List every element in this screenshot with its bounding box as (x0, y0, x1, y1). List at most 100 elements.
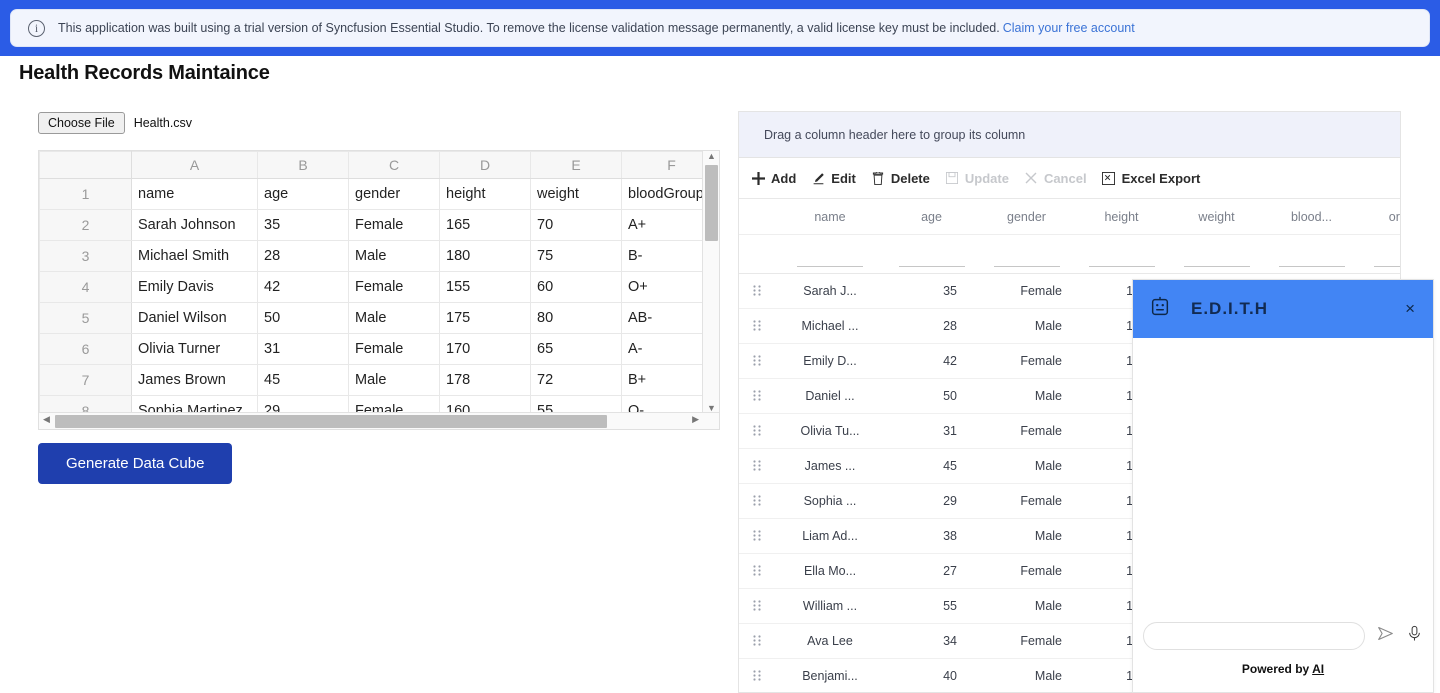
spreadsheet-cell[interactable]: James Brown (131, 364, 258, 396)
spreadsheet-horizontal-scrollbar[interactable]: ◀ ▶ (39, 412, 719, 429)
scroll-right-icon[interactable]: ▶ (692, 414, 699, 425)
microphone-icon[interactable] (1406, 625, 1423, 647)
spreadsheet-cell[interactable]: gender (348, 178, 440, 210)
spreadsheet-cell[interactable]: 155 (439, 271, 531, 303)
grid-toolbar[interactable]: Add Edit Delete Update Cancel Excel Expo… (739, 158, 1400, 199)
grid-column-header-gender[interactable]: gender (979, 199, 1074, 234)
edith-chat-panel[interactable]: E.D.I.T.H × Powered by AI (1132, 279, 1434, 693)
spreadsheet-cell[interactable]: Olivia Turner (131, 333, 258, 365)
spreadsheet-body: 1 name age gender height weight bloodGroup 2 Sar… (39, 178, 719, 427)
filter-input-weight[interactable] (1183, 250, 1250, 267)
spreadsheet-cell[interactable]: name (131, 178, 258, 210)
spreadsheet-cell[interactable]: Emily Davis (131, 271, 258, 303)
spreadsheet-row-number[interactable]: 6 (39, 333, 132, 365)
filter-input-height[interactable] (1088, 250, 1155, 267)
spreadsheet-col-A[interactable]: A (131, 151, 258, 179)
grid-column-header-height[interactable]: height (1074, 199, 1169, 234)
spreadsheet-cell[interactable]: 50 (257, 302, 349, 334)
spreadsheet-cell[interactable]: 31 (257, 333, 349, 365)
toolbar-add-button[interactable]: Add (750, 170, 796, 186)
spreadsheet-cell[interactable]: 178 (439, 364, 531, 396)
filter-input-organ[interactable] (1373, 250, 1400, 267)
spreadsheet-cell[interactable]: 42 (257, 271, 349, 303)
grid-column-header-name[interactable]: name (776, 199, 884, 234)
spreadsheet-cell[interactable]: 28 (257, 240, 349, 272)
edith-close-icon[interactable]: × (1405, 299, 1415, 319)
spreadsheet-cell[interactable]: 72 (530, 364, 622, 396)
spreadsheet-row-number[interactable]: 3 (39, 240, 132, 272)
choose-file-button[interactable]: Choose File (38, 112, 125, 134)
scroll-left-icon[interactable]: ◀ (43, 414, 50, 425)
spreadsheet-col-B[interactable]: B (257, 151, 349, 179)
spreadsheet-cell[interactable]: Female (348, 333, 440, 365)
spreadsheet-row-number[interactable]: 2 (39, 209, 132, 241)
grid-column-header-weight[interactable]: weight (1169, 199, 1264, 234)
spreadsheet-col-D[interactable]: D (439, 151, 531, 179)
spreadsheet-cell[interactable]: Female (348, 271, 440, 303)
spreadsheet-cell[interactable]: 65 (530, 333, 622, 365)
row-drag-handle-icon[interactable] (739, 564, 776, 578)
spreadsheet-cell[interactable]: 45 (257, 364, 349, 396)
claim-free-account-link[interactable]: Claim your free account (1003, 21, 1135, 35)
spreadsheet-cell[interactable]: 180 (439, 240, 531, 272)
send-icon[interactable] (1377, 625, 1394, 647)
filter-input-blood[interactable] (1278, 250, 1345, 267)
spreadsheet-row-number[interactable]: 1 (39, 178, 132, 210)
toolbar-edit-button[interactable]: Edit (810, 170, 856, 186)
csv-spreadsheet-preview[interactable]: A B C D E F 1 name age gender height weight bl… (38, 150, 720, 430)
file-upload-control[interactable]: Choose File Health.csv (38, 112, 192, 134)
spreadsheet-cell[interactable]: 35 (257, 209, 349, 241)
vertical-scroll-thumb[interactable] (705, 165, 718, 241)
spreadsheet-corner-cell[interactable] (39, 151, 132, 179)
grid-filter-row[interactable] (739, 235, 1400, 274)
spreadsheet-col-E[interactable]: E (530, 151, 622, 179)
spreadsheet-cell[interactable]: 80 (530, 302, 622, 334)
spreadsheet-cell[interactable]: 70 (530, 209, 622, 241)
row-drag-handle-icon[interactable] (739, 284, 776, 298)
spreadsheet-col-C[interactable]: C (348, 151, 440, 179)
spreadsheet-cell[interactable]: weight (530, 178, 622, 210)
spreadsheet-vertical-scrollbar[interactable]: ▲ ▼ (702, 151, 719, 413)
spreadsheet-cell[interactable]: 60 (530, 271, 622, 303)
row-drag-handle-icon[interactable] (739, 529, 776, 543)
spreadsheet-cell[interactable]: 165 (439, 209, 531, 241)
row-drag-handle-icon[interactable] (739, 634, 776, 648)
spreadsheet-cell[interactable]: Michael Smith (131, 240, 258, 272)
toolbar-delete-button[interactable]: Delete (870, 170, 930, 186)
spreadsheet-cell[interactable]: Male (348, 364, 440, 396)
grid-column-header-blood[interactable]: blood... (1264, 199, 1359, 234)
spreadsheet-cell[interactable]: 75 (530, 240, 622, 272)
spreadsheet-cell[interactable]: Sarah Johnson (131, 209, 258, 241)
grid-column-header-organ[interactable]: orga... (1359, 199, 1400, 234)
powered-by-link[interactable]: AI (1312, 662, 1324, 676)
row-drag-handle-icon[interactable] (739, 669, 776, 683)
spreadsheet-cell[interactable]: age (257, 178, 349, 210)
spreadsheet-cell[interactable]: Female (348, 209, 440, 241)
grid-column-header-age[interactable]: age (884, 199, 979, 234)
edith-message-input[interactable] (1143, 622, 1365, 650)
spreadsheet-cell[interactable]: Daniel Wilson (131, 302, 258, 334)
row-drag-handle-icon[interactable] (739, 354, 776, 368)
filter-input-name[interactable] (797, 250, 863, 267)
generate-data-cube-button[interactable]: Generate Data Cube (38, 443, 233, 484)
spreadsheet-row-number[interactable]: 5 (39, 302, 132, 334)
row-drag-handle-icon[interactable] (739, 424, 776, 438)
spreadsheet-cell[interactable]: 175 (439, 302, 531, 334)
row-drag-handle-icon[interactable] (739, 494, 776, 508)
spreadsheet-cell[interactable]: height (439, 178, 531, 210)
spreadsheet-row-number[interactable]: 7 (39, 364, 132, 396)
row-drag-handle-icon[interactable] (739, 599, 776, 613)
toolbar-excel-export-button[interactable]: Excel Export (1101, 170, 1200, 186)
scroll-up-icon[interactable]: ▲ (707, 151, 716, 161)
row-drag-handle-icon[interactable] (739, 459, 776, 473)
filter-input-age[interactable] (898, 250, 965, 267)
spreadsheet-row-number[interactable]: 4 (39, 271, 132, 303)
row-drag-handle-icon[interactable] (739, 319, 776, 333)
row-drag-handle-icon[interactable] (739, 389, 776, 403)
horizontal-scroll-thumb[interactable] (55, 415, 607, 428)
spreadsheet-cell[interactable]: Male (348, 302, 440, 334)
filter-input-gender[interactable] (993, 250, 1060, 267)
group-drop-area[interactable]: Drag a column header here to group its c… (739, 112, 1400, 158)
spreadsheet-cell[interactable]: 170 (439, 333, 531, 365)
spreadsheet-cell[interactable]: Male (348, 240, 440, 272)
